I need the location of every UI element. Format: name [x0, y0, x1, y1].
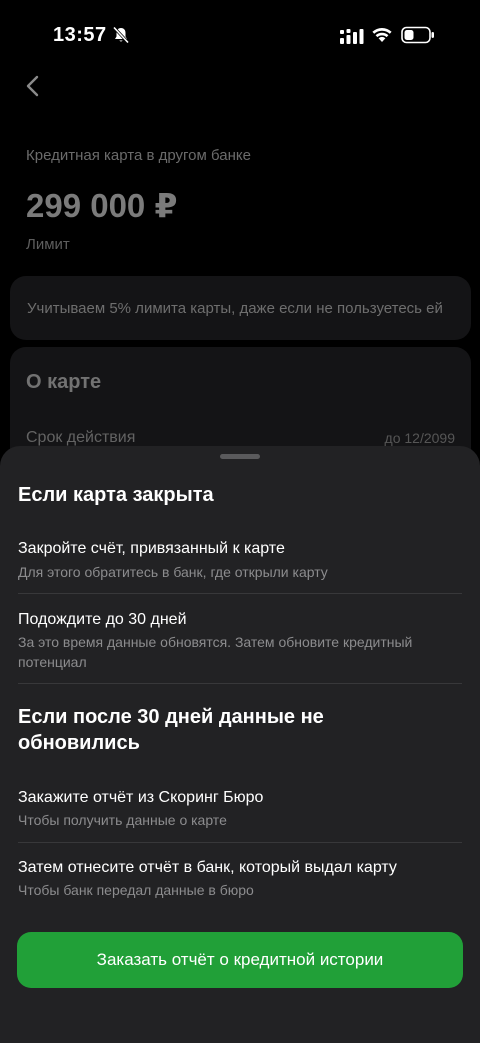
- info-card: Учитываем 5% лимита карты, даже если не …: [10, 276, 471, 340]
- item-subtitle: Для этого обратитесь в банк, где открыли…: [18, 564, 328, 580]
- about-title: О карте: [26, 371, 102, 393]
- sheet-drag-handle[interactable]: [220, 454, 260, 459]
- battery-icon: [401, 26, 434, 44]
- item-subtitle: За это время данные обновятся. Затем обн…: [18, 634, 413, 670]
- item-title: Закройте счёт, привязанный к карте: [18, 540, 285, 557]
- divider: [18, 683, 462, 684]
- wifi-icon: [372, 27, 392, 42]
- limit-value: 299 000 ₽: [26, 187, 178, 224]
- item-subtitle: Чтобы банк передал данные в бюро: [18, 882, 254, 898]
- item-title: Закажите отчёт из Скоринг Бюро: [18, 789, 264, 806]
- validity-value: до 12/2099: [384, 430, 455, 446]
- signal-icon: [340, 29, 364, 44]
- item-title: Подождите до 30 дней: [18, 611, 187, 628]
- bell-off-icon: [112, 26, 130, 44]
- validity-label: Срок действия: [26, 429, 136, 446]
- back-chevron-icon[interactable]: [22, 72, 46, 100]
- info-text: Учитываем 5% лимита карты, даже если не …: [27, 300, 443, 317]
- item-title: Затем отнесите отчёт в банк, который выд…: [18, 859, 397, 876]
- card-caption: Кредитная карта в другом банке: [26, 147, 251, 164]
- limit-label: Лимит: [26, 236, 70, 253]
- divider: [18, 593, 462, 594]
- status-time: 13:57: [53, 24, 107, 46]
- bottom-sheet: Если карта закрыта Закройте счёт, привяз…: [0, 446, 480, 1043]
- order-credit-report-button[interactable]: Заказать отчёт о кредитной истории: [17, 932, 463, 988]
- item-subtitle: Чтобы получить данные о карте: [18, 812, 227, 828]
- section-title-card-closed: Если карта закрыта: [18, 484, 214, 506]
- section-title-not-updated: Если после 30 дней данные не обновились: [18, 706, 324, 754]
- status-bar: 13:57: [0, 0, 480, 70]
- divider: [18, 842, 462, 843]
